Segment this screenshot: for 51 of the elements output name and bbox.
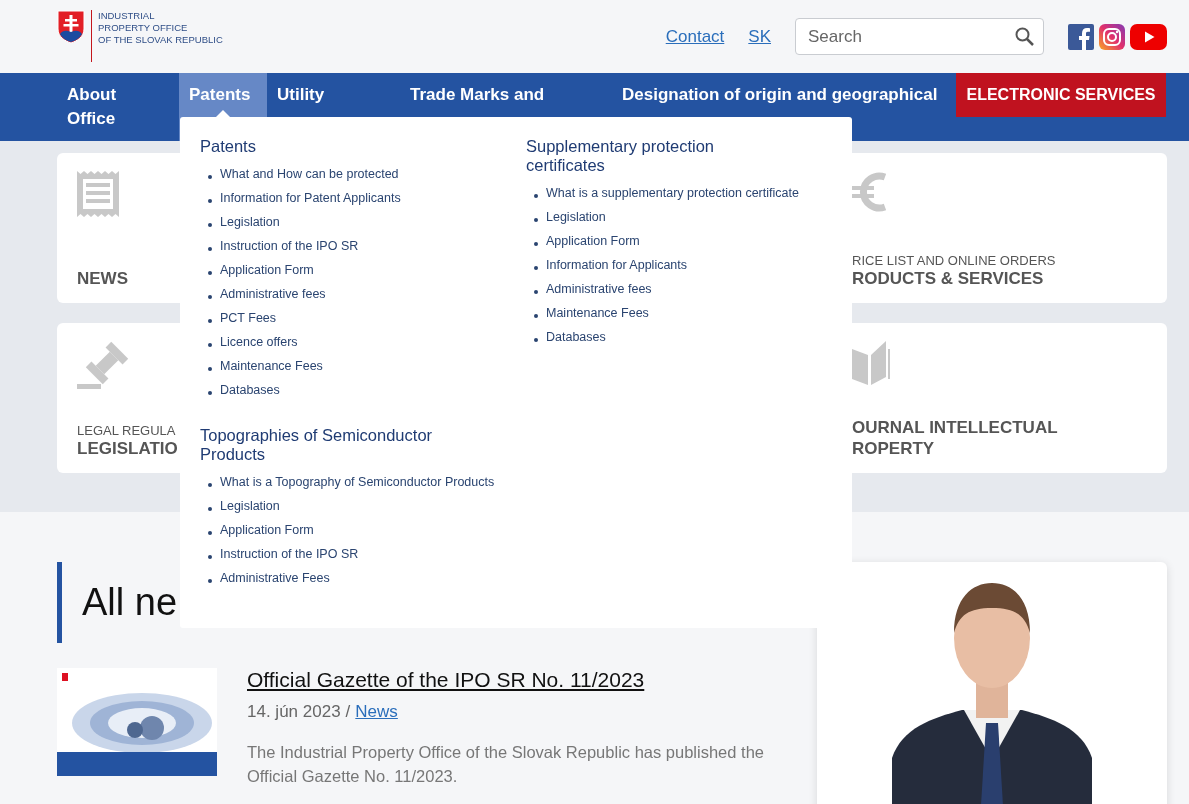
section-heading: All ne bbox=[82, 581, 178, 624]
menu-link[interactable]: Administrative fees bbox=[207, 282, 326, 306]
tile-subtitle: LEGAL REGULA bbox=[77, 423, 176, 438]
coat-of-arms-icon[interactable] bbox=[57, 10, 85, 44]
menu-link[interactable]: Databases bbox=[207, 378, 280, 402]
separator: / bbox=[345, 702, 351, 722]
facebook-icon[interactable] bbox=[1068, 23, 1094, 50]
menu-link[interactable]: Instruction of the IPO SR bbox=[207, 542, 359, 566]
menu-link[interactable]: Legislation bbox=[533, 205, 606, 229]
tile-title: LEGISLATIO bbox=[77, 438, 178, 459]
instagram-icon[interactable] bbox=[1099, 23, 1125, 50]
gavel-icon bbox=[77, 341, 129, 389]
news-date: 14. jún 2023 bbox=[247, 702, 341, 722]
news-title-link[interactable]: Official Gazette of the IPO SR No. 11/2023 bbox=[247, 668, 777, 692]
menu-link[interactable]: Information for Applicants bbox=[533, 253, 688, 277]
menu-link[interactable]: Maintenance Fees bbox=[207, 354, 323, 378]
menu-link[interactable]: Application Form bbox=[207, 258, 314, 282]
office-name: INDUSTRIAL PROPERTY OFFICE OF THE SLOVAK REPUBLIC bbox=[98, 10, 223, 46]
menu-link[interactable]: Application Form bbox=[207, 518, 314, 542]
menu-link[interactable]: Administrative fees bbox=[533, 277, 652, 301]
category-link[interactable]: News bbox=[355, 702, 398, 722]
menu-link[interactable]: Instruction of the IPO SR bbox=[207, 234, 359, 258]
menu-link[interactable]: PCT Fees bbox=[207, 306, 277, 330]
menu-link[interactable]: Legislation bbox=[207, 210, 280, 234]
menu-link[interactable]: Licence offers bbox=[207, 330, 298, 354]
news-summary: The Industrial Property Office of the Slovak Republic has published the Official Gazette No. 11/2023. bbox=[247, 742, 765, 787]
tile-title: RODUCTS & SERVICES bbox=[852, 268, 1044, 289]
header-link[interactable]: SK bbox=[748, 26, 771, 47]
tile-subtitle: RICE LIST AND ONLINE ORDERS bbox=[852, 253, 1056, 268]
menu-link[interactable]: Information for Patent Applicants bbox=[207, 186, 401, 210]
receipt-icon bbox=[77, 171, 119, 217]
tile-title: NEWS bbox=[77, 268, 128, 289]
menu-heading[interactable]: Supplementary protection certificates bbox=[526, 137, 796, 175]
search-field[interactable]: Search bbox=[795, 18, 1044, 55]
electronic-services-button[interactable]: ELECTRONIC SERVICES bbox=[956, 73, 1166, 117]
nav-item[interactable]: About Office bbox=[57, 73, 179, 141]
euro-icon bbox=[852, 171, 886, 213]
menu-heading[interactable]: Topographies of Semiconductor Products bbox=[200, 426, 470, 464]
search-icon[interactable] bbox=[1015, 27, 1034, 46]
menu-link[interactable]: Administrative Fees bbox=[207, 566, 330, 590]
menu-link[interactable]: Legislation bbox=[207, 494, 280, 518]
menu-link[interactable]: Databases bbox=[533, 325, 606, 349]
menu-link[interactable]: What is a Topography of Semiconductor Products bbox=[207, 470, 495, 494]
menu-link[interactable]: Maintenance Fees bbox=[533, 301, 649, 325]
header-link[interactable]: Contact bbox=[665, 26, 725, 47]
tile-title: OURNAL INTELLECTUAL ROPERTY bbox=[852, 417, 1058, 459]
menu-link[interactable]: Application Form bbox=[533, 229, 640, 253]
menu-link[interactable]: What and How can be protected bbox=[207, 162, 399, 186]
menu-link[interactable]: What is a supplementary protection certificate bbox=[533, 181, 799, 205]
youtube-icon[interactable] bbox=[1130, 23, 1167, 50]
book-icon bbox=[852, 341, 890, 385]
